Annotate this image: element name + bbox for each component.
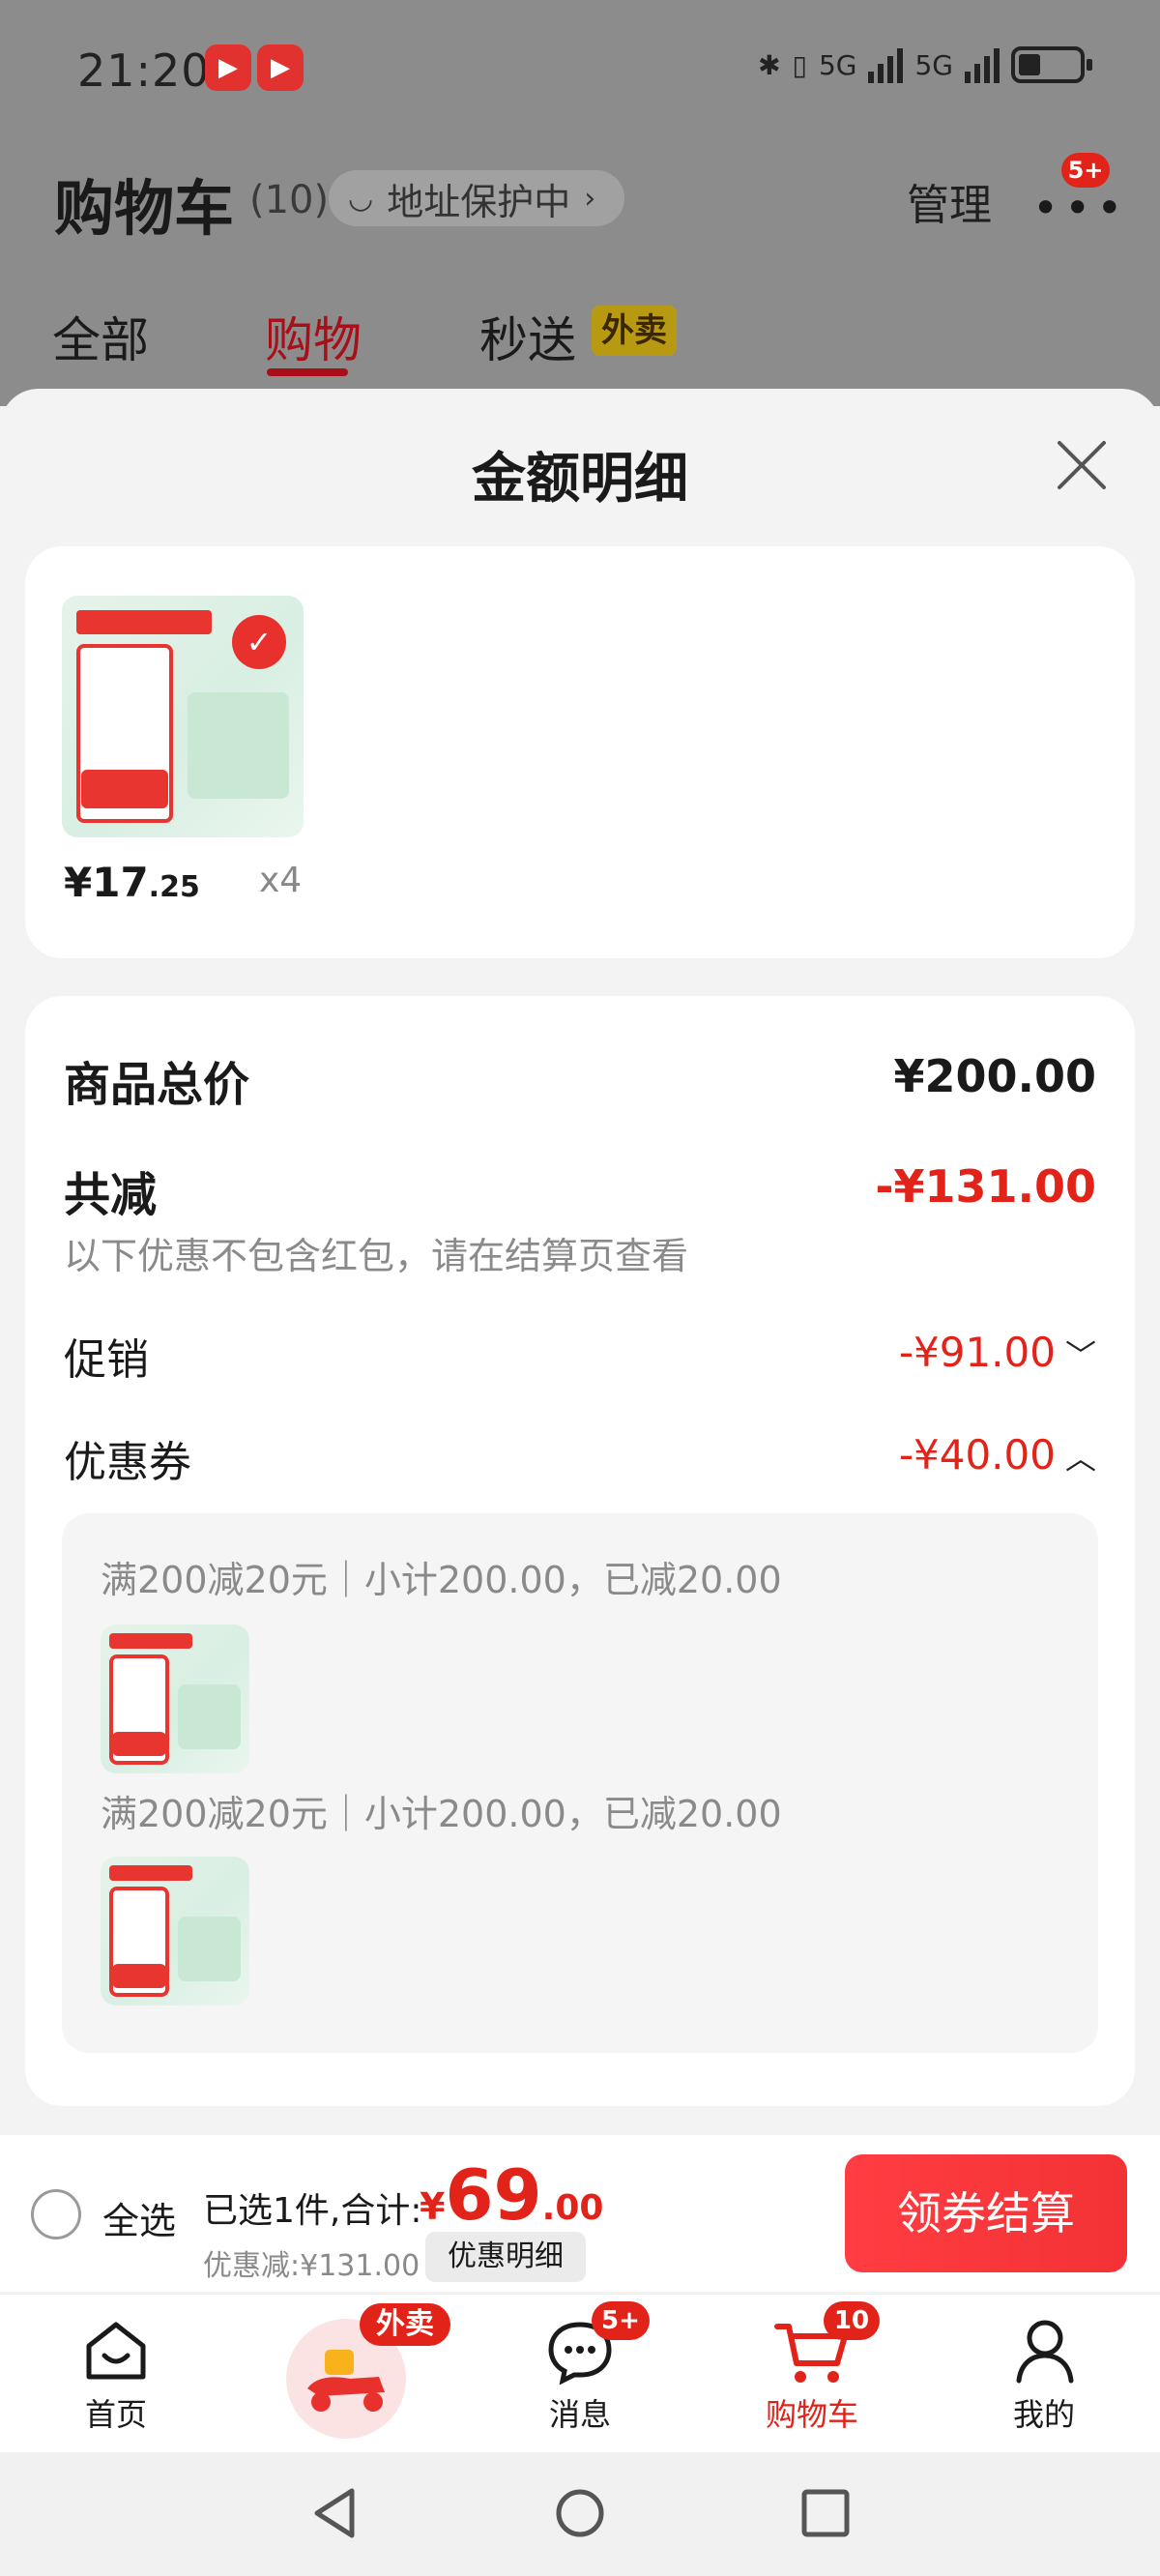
- discount-label: 共减: [64, 1168, 158, 1222]
- promo-value: -¥91.00: [898, 1329, 1056, 1376]
- tab-cart-label: 购物车: [765, 2396, 858, 2433]
- discount-summary: 优惠减:¥131.00: [203, 2249, 420, 2283]
- tab-home[interactable]: 首页: [48, 2313, 184, 2439]
- product-image[interactable]: ✓: [62, 596, 304, 837]
- tab-instant[interactable]: 秒送: [479, 302, 576, 371]
- chevron-right-icon: ›: [584, 181, 596, 216]
- smile-icon: ◡: [348, 181, 374, 216]
- select-all-label[interactable]: 全选: [102, 2191, 176, 2244]
- coupon-product-image: [101, 1857, 249, 2005]
- signal-icon: [868, 46, 904, 83]
- coupon-row-toggle[interactable]: -¥40.00 ︿: [899, 1431, 1096, 1478]
- profile-icon: [1016, 2320, 1074, 2384]
- tab-messages-label: 消息: [548, 2396, 611, 2433]
- network-label: 5G: [818, 48, 857, 81]
- tab-me-label: 我的: [1012, 2396, 1075, 2433]
- page-title: 购物车: [54, 173, 235, 244]
- close-icon[interactable]: [1056, 439, 1108, 491]
- cart-badge: 10: [824, 2301, 880, 2340]
- total-value: ¥200.00: [893, 1050, 1096, 1102]
- cart-count: (10): [249, 178, 330, 222]
- signal-icon: [965, 46, 1000, 83]
- coupon-line: 满200减20元｜小计200.00，已减20.00: [101, 1793, 782, 1835]
- total-amount: ¥69.00: [420, 2154, 604, 2236]
- tab-me[interactable]: 我的: [976, 2313, 1112, 2439]
- back-icon[interactable]: [307, 2485, 362, 2541]
- coupon-label: 优惠券: [64, 1438, 191, 1487]
- more-icon[interactable]: •••: [1032, 182, 1128, 234]
- product-price: ¥17.25: [64, 859, 200, 906]
- select-all-radio[interactable]: [31, 2189, 81, 2239]
- bluetooth-icon: ✱: [758, 48, 781, 81]
- coupon-product-image: [101, 1625, 249, 1773]
- tab-home-label: 首页: [84, 2396, 147, 2433]
- discount-detail-button[interactable]: 优惠明细: [425, 2232, 586, 2282]
- product-quantity: x4: [259, 861, 303, 900]
- vibrate-icon: ▯: [792, 48, 807, 81]
- manage-button[interactable]: 管理: [907, 170, 992, 232]
- messages-badge: 5+: [592, 2301, 650, 2340]
- waimai-badge: 外卖: [360, 2303, 450, 2346]
- coupon-line: 满200减20元｜小计200.00，已减20.00: [101, 1559, 782, 1601]
- waimai-tag: 外卖: [592, 306, 677, 356]
- check-icon: ✓: [232, 615, 286, 669]
- home-circle-icon[interactable]: [553, 2485, 607, 2541]
- battery-icon: [1011, 46, 1092, 83]
- app-notification-icon: ▶: [205, 44, 251, 91]
- checkout-button[interactable]: 领券结算: [845, 2154, 1127, 2272]
- sheet-title: 金额明细: [472, 448, 688, 511]
- app-notification-icon: ▶: [257, 44, 304, 91]
- recents-icon[interactable]: [798, 2485, 853, 2541]
- tab-all[interactable]: 全部: [52, 302, 149, 371]
- tab-shopping[interactable]: 购物: [265, 302, 362, 371]
- scooter-icon: [307, 2350, 385, 2412]
- tab-underline: [267, 368, 348, 376]
- chevron-down-icon: ﹀: [1064, 1337, 1096, 1374]
- address-protection-pill[interactable]: ◡ 地址保护中 ›: [329, 170, 625, 226]
- more-badge: 5+: [1061, 153, 1110, 188]
- discount-note: 以下优惠不包含红包，请在结算页查看: [64, 1235, 689, 1277]
- total-label: 商品总价: [64, 1058, 250, 1112]
- discount-value: -¥131.00: [875, 1160, 1096, 1213]
- promo-row-toggle[interactable]: -¥91.00 ﹀: [899, 1329, 1096, 1376]
- chevron-up-icon: ︿: [1064, 1440, 1096, 1477]
- status-time: 21:20: [77, 44, 211, 97]
- network-label: 5G: [914, 48, 953, 81]
- home-icon: [86, 2322, 146, 2380]
- selected-summary: 已选1件,合计:: [203, 2191, 422, 2231]
- address-label: 地址保护中: [387, 180, 571, 223]
- status-indicators: ✱ ▯ 5G 5G: [758, 46, 1092, 83]
- coupon-value: -¥40.00: [898, 1431, 1056, 1478]
- promo-label: 促销: [64, 1335, 149, 1385]
